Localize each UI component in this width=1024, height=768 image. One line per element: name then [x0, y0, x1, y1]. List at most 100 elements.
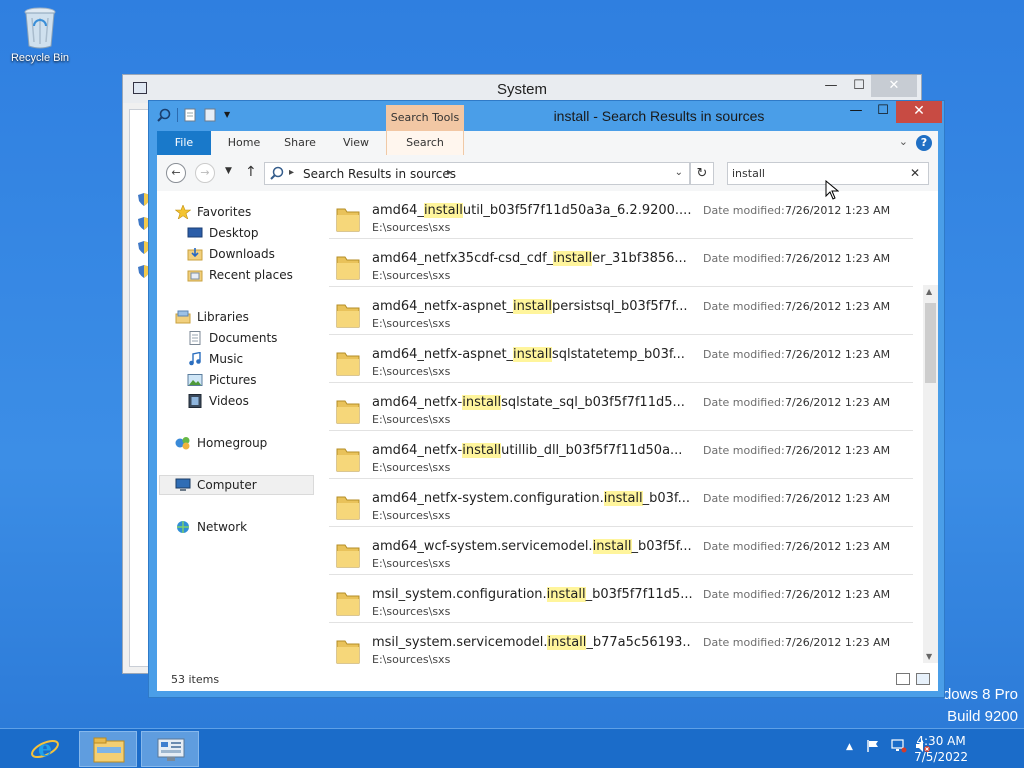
network-status-icon[interactable] [891, 739, 907, 756]
svg-text:e: e [38, 736, 52, 762]
system-clock[interactable]: 4:30 AM 7/5/2022 [914, 733, 968, 765]
file-path: E:\sources\sxs [372, 461, 451, 474]
taskbar-internet-explorer[interactable]: e [16, 731, 74, 767]
libraries-icon [175, 310, 191, 324]
control-panel-icon [155, 737, 187, 766]
scroll-up-arrow-icon[interactable]: ▲ [926, 287, 932, 296]
maximize-icon[interactable]: ☐ [845, 75, 873, 97]
file-path: E:\sources\sxs [372, 605, 451, 618]
help-icon[interactable]: ? [916, 135, 932, 151]
close-icon[interactable]: ✕ [896, 101, 942, 123]
folder-icon [335, 397, 361, 425]
details-view-icon[interactable] [896, 673, 910, 685]
minimize-icon[interactable]: — [817, 75, 845, 97]
date-modified-value: 7/26/2012 1:23 AM [785, 348, 891, 361]
nav-item-network[interactable]: Network [175, 518, 247, 536]
nav-item-label: Music [209, 352, 244, 366]
date-modified-label: Date modified: [703, 636, 785, 649]
address-dropdown-chevron-icon[interactable]: ⌄ [675, 167, 683, 178]
nav-item-documents[interactable]: Documents [187, 329, 277, 347]
scroll-down-arrow-icon[interactable]: ▼ [926, 652, 932, 661]
recent-places-icon [187, 268, 203, 282]
customize-toolbar-chevron-icon[interactable]: ▼ [224, 108, 234, 122]
tab-file[interactable]: File [157, 131, 211, 155]
minimize-icon[interactable]: — [843, 101, 869, 123]
date-modified-label: Date modified: [703, 444, 785, 457]
computer-icon [175, 478, 191, 492]
nav-item-homegroup[interactable]: Homegroup [175, 434, 267, 452]
maximize-icon[interactable]: ☐ [870, 101, 896, 123]
nav-item-pictures[interactable]: Pictures [187, 371, 257, 389]
recent-locations-chevron-icon[interactable]: ▼ [225, 166, 232, 176]
new-folder-icon[interactable] [204, 108, 218, 122]
tab-home[interactable]: Home [217, 131, 271, 155]
search-tools-context-header: Search Tools [386, 105, 464, 131]
folder-icon [335, 301, 361, 329]
file-name: amd64_netfx-aspnet_installpersistsql_b03… [372, 299, 688, 314]
nav-item-music[interactable]: Music [187, 350, 243, 368]
file-path: E:\sources\sxs [372, 509, 451, 522]
list-item[interactable]: amd64_wcf-system.servicemodel.install_b0… [329, 527, 913, 575]
list-item[interactable]: amd64_netfx-system.configuration.install… [329, 479, 913, 527]
taskbar-control-panel[interactable] [141, 731, 199, 767]
list-item[interactable]: amd64_netfx-installutillib_dll_b03f5f7f1… [329, 431, 913, 479]
breadcrumb-chevron-icon[interactable]: ▸ [447, 167, 452, 178]
navigation-pane: Favorites Desktop Downloads Recent place… [157, 191, 327, 669]
scrollbar-thumb[interactable] [925, 303, 936, 383]
list-item[interactable]: msil_system.servicemodel.install_b77a5c5… [329, 623, 913, 669]
nav-item-downloads[interactable]: Downloads [187, 245, 275, 263]
nav-item-favorites[interactable]: Favorites [174, 203, 251, 221]
clear-search-icon[interactable]: ✕ [910, 166, 920, 180]
search-icon[interactable] [157, 108, 171, 122]
list-item[interactable]: amd64_netfx-installsqlstate_sql_b03f5f7f… [329, 383, 913, 431]
large-icons-view-icon[interactable] [916, 673, 930, 685]
file-explorer-icon [93, 737, 125, 766]
pictures-icon [187, 373, 203, 387]
refresh-button[interactable]: ↻ [690, 162, 714, 185]
vertical-scrollbar[interactable]: ▲ ▼ [923, 285, 938, 663]
up-arrow-icon[interactable]: ↑ [245, 164, 257, 180]
recycle-bin-shortcut[interactable]: Recycle Bin [4, 6, 76, 64]
list-item[interactable]: amd64_netfx-aspnet_installsqlstatetemp_b… [329, 335, 913, 383]
tab-share[interactable]: Share [273, 131, 327, 155]
nav-item-computer[interactable]: Computer [175, 476, 257, 494]
explorer-titlebar[interactable]: ▼ install - Search Results in sources — … [149, 101, 944, 131]
expand-ribbon-chevron-icon[interactable]: ⌄ [899, 135, 908, 148]
taskbar-file-explorer[interactable] [79, 731, 137, 767]
system-window-titlebar[interactable]: System — ☐ ✕ [123, 75, 921, 103]
action-center-flag-icon[interactable] [866, 739, 880, 756]
search-hit-highlight: install [462, 443, 502, 458]
forward-button[interactable]: → [195, 163, 215, 183]
tab-search[interactable]: Search [386, 131, 464, 155]
close-icon[interactable]: ✕ [871, 75, 917, 97]
date-modified-value: 7/26/2012 1:23 AM [785, 252, 891, 265]
nav-item-label: Homegroup [197, 436, 268, 450]
breadcrumb-location[interactable]: Search Results in sources [303, 167, 456, 181]
clock-date: 7/5/2022 [914, 750, 968, 764]
nav-item-recent-places[interactable]: Recent places [187, 266, 293, 284]
list-item[interactable]: amd64_netfx-aspnet_installpersistsql_b03… [329, 287, 913, 335]
documents-icon [187, 331, 203, 345]
address-bar[interactable]: ▸ Search Results in sources ▸ ⌄ [264, 162, 690, 185]
videos-icon [187, 394, 203, 408]
list-item[interactable]: amd64_netfx35cdf-csd_cdf_installer_31bf3… [329, 239, 913, 287]
properties-icon[interactable] [184, 108, 198, 122]
nav-item-desktop[interactable]: Desktop [187, 224, 259, 242]
date-modified-value: 7/26/2012 1:23 AM [785, 444, 891, 457]
show-hidden-icons-chevron-icon[interactable]: ▲ [846, 742, 853, 752]
search-input[interactable] [732, 165, 902, 182]
mouse-cursor-icon [825, 179, 840, 200]
back-button[interactable]: ← [166, 163, 186, 183]
content-area: Favorites Desktop Downloads Recent place… [157, 191, 938, 691]
search-hit-highlight: install [513, 299, 552, 314]
breadcrumb-chevron-icon[interactable]: ▸ [289, 167, 294, 178]
nav-item-label: Documents [209, 331, 278, 345]
nav-item-label: Libraries [197, 310, 249, 324]
list-item[interactable]: msil_system.configuration.install_b03f5f… [329, 575, 913, 623]
system-window-title: System [496, 81, 547, 98]
date-modified-label: Date modified: [703, 492, 785, 505]
internet-explorer-icon: e [30, 734, 60, 767]
nav-item-videos[interactable]: Videos [187, 392, 249, 410]
tab-view[interactable]: View [329, 131, 383, 155]
nav-item-libraries[interactable]: Libraries [175, 308, 249, 326]
